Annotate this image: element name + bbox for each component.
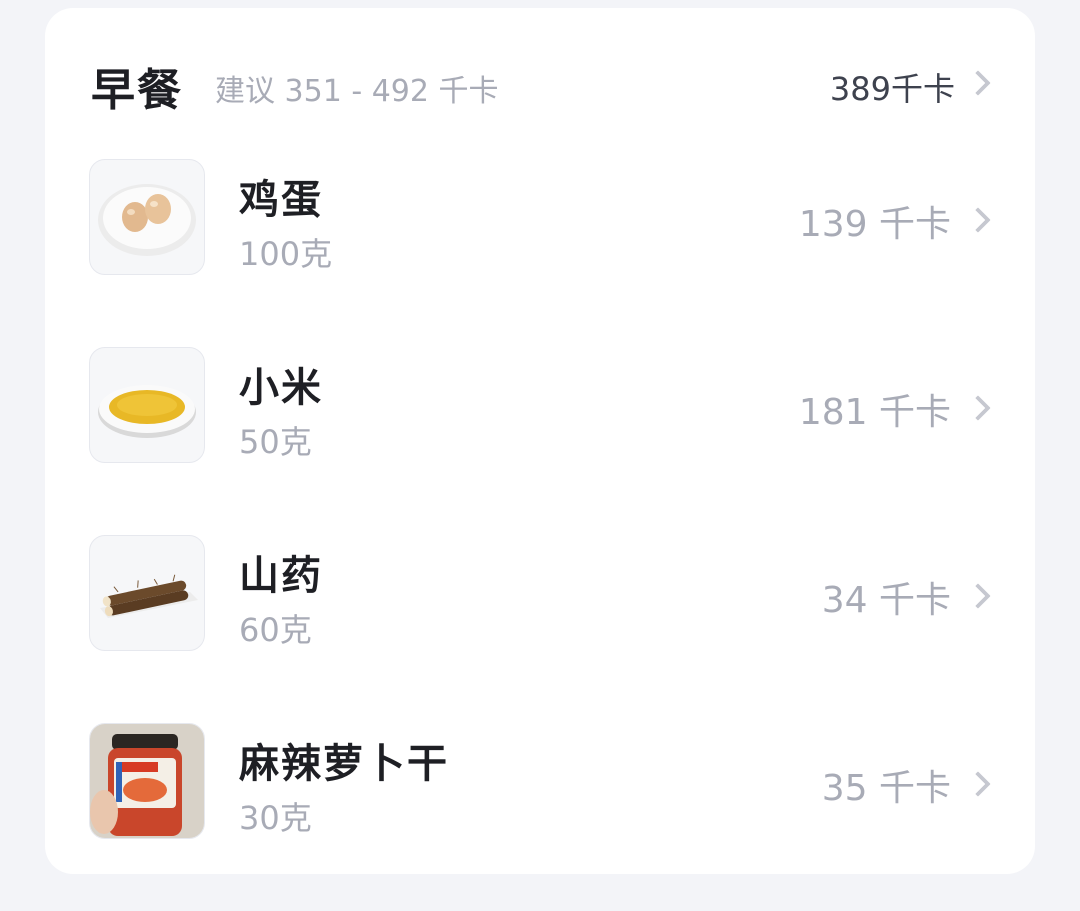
food-item-spicy-radish[interactable]: 麻辣萝卜干 30克 35 千卡 [45, 723, 1035, 911]
food-calories: 35 千卡 [821, 768, 951, 809]
chevron-right-icon [965, 395, 991, 421]
food-amount: 30克 [239, 799, 312, 837]
food-amount: 50克 [239, 423, 312, 461]
chevron-right-icon [965, 583, 991, 609]
millet-plate-icon [89, 347, 205, 463]
food-name: 山药 [239, 553, 323, 599]
meal-header[interactable]: 早餐 建议 351 - 492 千卡 389千卡 [45, 8, 1035, 158]
food-amount: 60克 [239, 611, 312, 649]
food-name: 小米 [239, 365, 323, 411]
food-item-eggs[interactable]: 鸡蛋 100克 139 千卡 [45, 159, 1035, 347]
food-item-millet[interactable]: 小米 50克 181 千卡 [45, 347, 1035, 535]
breakfast-card: 早餐 建议 351 - 492 千卡 389千卡 鸡蛋 100克 139 千卡 [45, 8, 1035, 874]
food-calories: 181 千卡 [798, 392, 951, 433]
calorie-suggestion: 建议 351 - 492 千卡 [215, 74, 499, 109]
food-name: 鸡蛋 [239, 177, 323, 223]
eggs-plate-icon [89, 159, 205, 275]
spicy-radish-jar-icon [89, 723, 205, 839]
meal-total-calories: 389千卡 [829, 70, 955, 108]
chevron-right-icon [965, 70, 991, 96]
meal-title: 早餐 [91, 65, 183, 116]
chevron-right-icon [965, 207, 991, 233]
yam-icon [89, 535, 205, 651]
food-calories: 139 千卡 [798, 204, 951, 245]
food-calories: 34 千卡 [821, 580, 951, 621]
food-amount: 100克 [239, 235, 333, 273]
food-name: 麻辣萝卜干 [239, 741, 449, 787]
chevron-right-icon [965, 771, 991, 797]
food-item-yam[interactable]: 山药 60克 34 千卡 [45, 535, 1035, 723]
